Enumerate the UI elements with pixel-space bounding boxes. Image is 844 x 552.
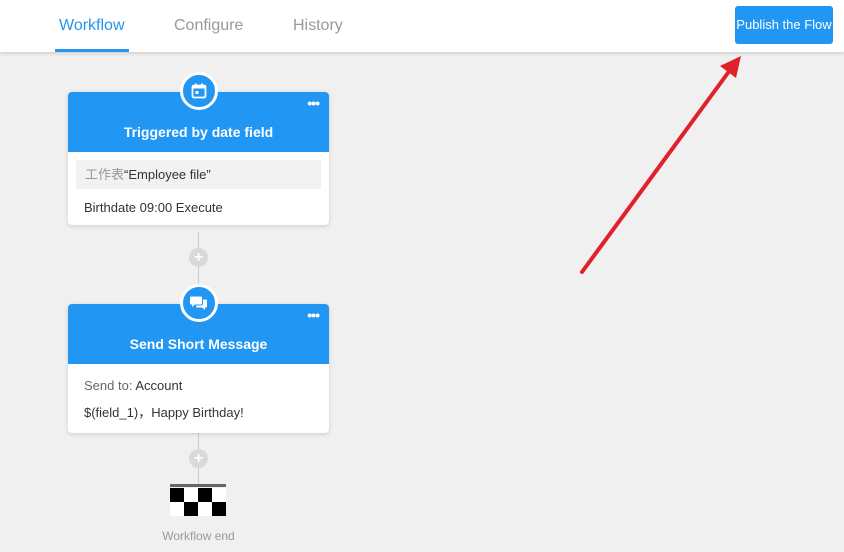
more-menu-icon[interactable]: ••• [307, 96, 320, 110]
node-title: Send Short Message [129, 336, 268, 352]
node-title: Triggered by date field [123, 124, 274, 140]
more-menu-icon[interactable]: ••• [307, 308, 320, 322]
workflow-canvas: ••• Triggered by date field 工作表“Employee… [0, 52, 844, 552]
worksheet-name: “Employee file” [124, 167, 211, 182]
send-to-line: Send to: Account [76, 378, 321, 393]
add-step-button[interactable]: + [189, 248, 208, 267]
message-content: $(field_1)，Happy Birthday! [84, 405, 244, 420]
worksheet-prefix: 工作表 [85, 167, 125, 182]
node-header: ••• Triggered by date field [68, 72, 329, 152]
worksheet-reference: 工作表“Employee file” [76, 160, 321, 189]
node-body: 工作表“Employee file” Birthdate 09:00 Execu… [68, 152, 329, 225]
calendar-icon [180, 72, 218, 110]
tab-history[interactable]: History [293, 0, 343, 52]
checkered-flag-icon [170, 484, 226, 516]
top-navigation: Workflow Configure History Publish the F… [0, 0, 844, 52]
send-message-node[interactable]: ••• Send Short Message Send to: Account … [68, 284, 329, 433]
tab-configure[interactable]: Configure [174, 0, 243, 52]
send-to-label: Send to: [84, 378, 136, 393]
node-body: Send to: Account $(field_1)，Happy Birthd… [68, 364, 329, 433]
publish-flow-button[interactable]: Publish the Flow [735, 6, 833, 44]
trigger-schedule: Birthdate 09:00 Execute [84, 200, 223, 215]
tab-workflow[interactable]: Workflow [55, 0, 128, 52]
trigger-node[interactable]: ••• Triggered by date field 工作表“Employee… [68, 72, 329, 225]
node-header: ••• Send Short Message [68, 284, 329, 364]
add-step-button[interactable]: + [189, 449, 208, 468]
send-to-value: Account [135, 378, 183, 393]
chat-icon [180, 284, 218, 322]
workflow-end-label: Workflow end [162, 529, 235, 543]
